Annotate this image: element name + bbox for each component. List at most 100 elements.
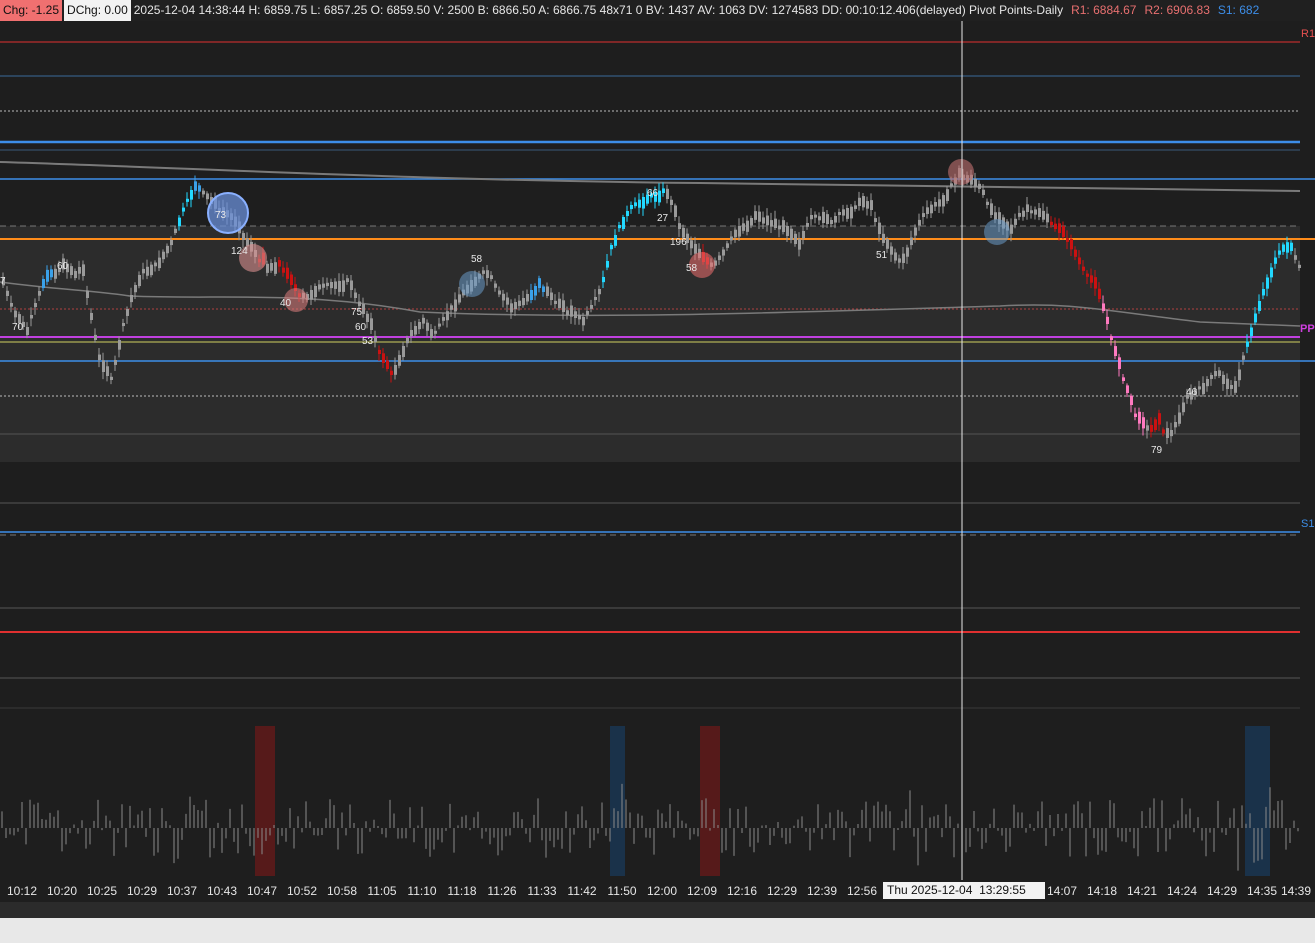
- candle-body: [630, 205, 633, 210]
- time-tick-label: 12:09: [686, 884, 718, 898]
- candle-body: [1082, 266, 1085, 271]
- candle-body: [326, 282, 329, 287]
- candle-body: [1270, 267, 1273, 278]
- candle-body: [1046, 213, 1049, 223]
- candle-body: [86, 290, 89, 298]
- time-tick-label: 11:10: [407, 884, 437, 898]
- candle-body: [730, 236, 733, 241]
- candle-body: [178, 217, 181, 227]
- time-tick-label: 10:37: [166, 884, 198, 898]
- candle-body: [518, 300, 521, 306]
- candle-body: [990, 203, 993, 215]
- candle-body: [978, 183, 981, 189]
- candle-body: [622, 217, 625, 229]
- time-tick-label: 12:16: [726, 884, 758, 898]
- candle-body: [74, 271, 77, 279]
- candle-body: [314, 286, 317, 298]
- candle-body: [1206, 379, 1209, 387]
- candle-body: [310, 290, 313, 300]
- candle-body: [146, 266, 149, 276]
- candle-body: [378, 349, 381, 354]
- candle-body: [634, 202, 637, 207]
- s1-label: S1: [1301, 518, 1314, 530]
- candle-body: [1014, 218, 1017, 225]
- bottom-scroll-area[interactable]: [0, 918, 1315, 943]
- candle-body: [1162, 429, 1165, 434]
- candle-body: [94, 334, 97, 340]
- candle-body: [1150, 425, 1153, 432]
- candle-body: [482, 270, 485, 274]
- candle-body: [1198, 386, 1201, 390]
- candle-body: [426, 322, 429, 331]
- bubble-label: 58: [686, 263, 698, 274]
- time-tick-label: 10:25: [86, 884, 118, 898]
- candle-body: [430, 329, 433, 338]
- candle-body: [758, 211, 761, 222]
- candle-body: [882, 233, 885, 243]
- candle-body: [186, 198, 189, 202]
- bubble-label: 53: [362, 336, 374, 347]
- candle-body: [174, 228, 177, 234]
- candle-body: [930, 204, 933, 214]
- candle-body: [874, 218, 877, 222]
- volume-bubble: [207, 192, 249, 234]
- candle-body: [942, 195, 945, 207]
- candle-body: [1126, 385, 1129, 393]
- candle-body: [110, 376, 113, 380]
- candle-body: [290, 274, 293, 285]
- candle-body: [1018, 212, 1021, 217]
- candle-body: [38, 291, 41, 296]
- candle-body: [1158, 413, 1161, 425]
- candle-body: [202, 190, 205, 195]
- candle-body: [338, 280, 341, 292]
- candle-body: [1010, 224, 1013, 234]
- candle-body: [418, 322, 421, 330]
- candle-body: [870, 200, 873, 210]
- candle-body: [1070, 238, 1073, 250]
- candle-body: [166, 245, 169, 254]
- candle-body: [50, 269, 53, 278]
- candle-body: [1234, 381, 1237, 393]
- time-tick-label: 14:07: [1046, 884, 1078, 898]
- candle-body: [582, 317, 585, 326]
- candle-body: [1050, 221, 1053, 225]
- candle-body: [374, 335, 377, 342]
- r1-label: R1: [1301, 28, 1315, 40]
- candle-body: [486, 270, 489, 278]
- candle-body: [718, 255, 721, 261]
- candle-body: [1134, 413, 1137, 417]
- candle-body: [6, 290, 9, 296]
- bubble-label: 58: [471, 254, 483, 265]
- candle-body: [130, 295, 133, 303]
- candle-body: [1090, 275, 1093, 283]
- candle-body: [850, 206, 853, 219]
- candle-body: [854, 205, 857, 209]
- candle-body: [410, 330, 413, 337]
- candle-body: [554, 300, 557, 304]
- candle-body: [586, 311, 589, 315]
- candle-body: [838, 212, 841, 216]
- bubble-label: 7: [0, 276, 6, 287]
- candle-body: [790, 228, 793, 240]
- candle-body: [1238, 369, 1241, 381]
- candle-body: [722, 249, 725, 256]
- candle-body: [762, 217, 765, 224]
- candle-body: [150, 264, 153, 276]
- candle-body: [562, 300, 565, 312]
- candle-body: [1078, 257, 1081, 265]
- volume-highlight-zone: [610, 726, 625, 876]
- candle-body: [154, 262, 157, 267]
- candle-body: [114, 360, 117, 365]
- candle-body: [950, 183, 953, 187]
- candle-body: [526, 294, 529, 302]
- candle-body: [122, 323, 125, 327]
- time-tick-label: 12:56: [846, 884, 878, 898]
- candle-body: [102, 360, 105, 372]
- candle-body: [422, 317, 425, 324]
- candle-body: [1202, 383, 1205, 395]
- candle-body: [750, 218, 753, 226]
- price-chart[interactable]: 7 60 70 73 124 40 75 60 53 58 66 27 196 58 51 79 46 R1 P…: [0, 21, 1315, 880]
- bubble-label: 124: [231, 246, 248, 257]
- candle-body: [198, 185, 201, 192]
- candle-body: [402, 346, 405, 357]
